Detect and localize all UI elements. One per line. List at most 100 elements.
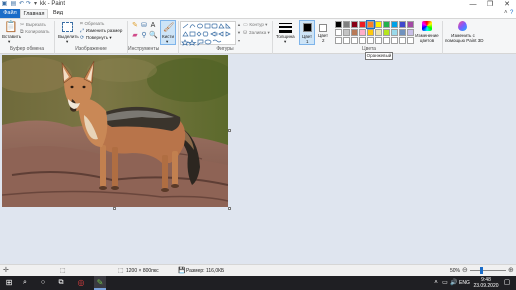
outline-button[interactable]: ▭ Контур ▾ bbox=[243, 21, 267, 29]
fill-button[interactable]: ⛁ Заливка ▾ bbox=[243, 29, 270, 37]
palette-swatch[interactable] bbox=[399, 29, 406, 36]
copy-button[interactable]: ⧉ Копировать bbox=[20, 28, 49, 36]
color2-button[interactable]: Цвет 2 bbox=[316, 20, 332, 45]
divider bbox=[178, 21, 179, 54]
resize-handle-right[interactable] bbox=[228, 129, 231, 132]
color-picker-icon[interactable]: ⚲ bbox=[140, 32, 148, 40]
clipboard-group-label: Буфер обмена bbox=[10, 46, 44, 52]
palette-swatch[interactable] bbox=[383, 29, 390, 36]
paste-button[interactable]: 📋 Вставить ▾ bbox=[2, 21, 21, 45]
redo-icon[interactable]: ↷ bbox=[25, 1, 32, 8]
divider bbox=[272, 21, 273, 54]
palette-swatch[interactable] bbox=[359, 37, 366, 44]
resize-handle-corner[interactable] bbox=[228, 207, 231, 210]
undo-icon[interactable]: ↶ bbox=[18, 1, 25, 8]
divider bbox=[442, 21, 443, 54]
outline-label: Контур ▾ bbox=[249, 22, 268, 27]
size-line-thick bbox=[279, 30, 292, 33]
network-icon[interactable]: ▭ bbox=[441, 276, 449, 290]
help-icon[interactable]: ? bbox=[510, 10, 513, 16]
collapse-ribbon-icon[interactable]: ˄ bbox=[504, 10, 508, 16]
palette-swatch[interactable] bbox=[367, 29, 374, 36]
jackal-photo bbox=[2, 55, 228, 207]
shapes-gallery-icons bbox=[181, 23, 231, 46]
start-icon[interactable]: ⊞ bbox=[4, 276, 14, 290]
tab-view[interactable]: Вид bbox=[48, 9, 68, 18]
rotate-button[interactable]: ⟳ Повернуть ▾ bbox=[80, 34, 112, 42]
resize-label: Изменить размер bbox=[85, 28, 123, 33]
show-hidden-icons[interactable]: ˄ bbox=[432, 276, 440, 290]
palette-swatch[interactable] bbox=[367, 37, 374, 44]
clock[interactable]: 9:48 23.09.2020 bbox=[473, 277, 499, 289]
palette-swatch[interactable] bbox=[399, 37, 406, 44]
palette-swatch[interactable] bbox=[343, 21, 350, 28]
select-button[interactable]: Выделить ▾ bbox=[58, 21, 79, 45]
brush-icon: 🖌 bbox=[163, 22, 175, 32]
magnifier-icon[interactable]: 🔍 bbox=[149, 32, 158, 40]
paint3d-button[interactable]: Изменить с помощью Paint 3D bbox=[445, 20, 483, 45]
zoom-slider-thumb[interactable] bbox=[480, 267, 483, 274]
palette-swatch[interactable] bbox=[391, 29, 398, 36]
cortana-icon[interactable]: ○ bbox=[38, 276, 48, 290]
size-button[interactable]: Толщина ▾ bbox=[276, 21, 296, 45]
close-button[interactable]: ✕ bbox=[499, 0, 515, 9]
copy-icon: ⧉ bbox=[20, 29, 24, 35]
palette-swatch[interactable] bbox=[351, 29, 358, 36]
palette-swatch[interactable] bbox=[375, 37, 382, 44]
palette-swatch[interactable] bbox=[391, 37, 398, 44]
fill-bucket-icon[interactable]: ⛁ bbox=[140, 22, 148, 30]
palette-swatch[interactable] bbox=[383, 37, 390, 44]
opera-icon[interactable]: ◎ bbox=[76, 276, 86, 290]
palette-swatch[interactable] bbox=[399, 21, 406, 28]
notifications-icon[interactable]: ▢ bbox=[502, 276, 512, 290]
save-icon[interactable]: ▤ bbox=[10, 1, 17, 8]
paint-app-icon: ▣ bbox=[1, 1, 8, 7]
palette-swatch[interactable] bbox=[343, 37, 350, 44]
tab-home[interactable]: Главная bbox=[20, 9, 48, 18]
palette-swatch[interactable] bbox=[359, 21, 366, 28]
palette-swatch[interactable] bbox=[407, 21, 414, 28]
zoom-slider[interactable] bbox=[470, 270, 506, 271]
palette-swatch[interactable] bbox=[407, 29, 414, 36]
minimize-button[interactable]: — bbox=[465, 0, 481, 9]
palette-swatch[interactable] bbox=[351, 21, 358, 28]
palette-swatch[interactable] bbox=[343, 29, 350, 36]
color1-button[interactable]: Цвет 1 bbox=[299, 20, 315, 45]
palette-swatch[interactable] bbox=[366, 20, 375, 29]
palette-swatch[interactable] bbox=[375, 29, 382, 36]
search-icon[interactable]: ⌕ bbox=[20, 276, 30, 290]
color-wheel-icon bbox=[422, 21, 432, 31]
color-palette bbox=[335, 20, 415, 45]
palette-swatch[interactable] bbox=[335, 29, 342, 36]
select-label: Выделить bbox=[58, 34, 79, 39]
customize-toolbar-icon[interactable]: ▾ bbox=[32, 1, 39, 8]
shapes-gallery[interactable] bbox=[180, 21, 236, 46]
image-canvas[interactable] bbox=[2, 55, 228, 207]
palette-swatch[interactable] bbox=[391, 21, 398, 28]
size-line-medium bbox=[279, 26, 292, 28]
select-rect-icon bbox=[62, 22, 73, 32]
palette-swatch[interactable] bbox=[359, 29, 366, 36]
eraser-icon[interactable]: ▰ bbox=[131, 32, 139, 40]
resize-handle-bottom[interactable] bbox=[113, 207, 116, 210]
ribbon-tabs: Файл Главная Вид ˄ ? bbox=[0, 9, 516, 18]
palette-swatch[interactable] bbox=[407, 37, 414, 44]
text-tool-icon[interactable]: A bbox=[149, 22, 157, 30]
shapes-group-label: Фигуры bbox=[216, 46, 234, 52]
tab-file[interactable]: Файл bbox=[0, 9, 20, 18]
maximize-button[interactable]: ❐ bbox=[482, 0, 498, 9]
volume-icon[interactable]: 🔊 bbox=[450, 276, 458, 290]
palette-swatch[interactable] bbox=[383, 21, 390, 28]
palette-swatch[interactable] bbox=[335, 21, 342, 28]
palette-swatch[interactable] bbox=[375, 21, 382, 28]
task-view-icon[interactable]: ⧉ bbox=[56, 276, 66, 290]
pencil-icon[interactable]: ✎ bbox=[131, 22, 139, 30]
shapes-scroll[interactable]: ▲ ▼ ▾ bbox=[237, 21, 241, 45]
brushes-button[interactable]: 🖌 Кисти ▾ bbox=[160, 20, 176, 45]
color2-swatch bbox=[319, 24, 327, 32]
image-group-label: Изображение bbox=[75, 46, 107, 52]
palette-swatch[interactable] bbox=[335, 37, 342, 44]
edit-colors-button[interactable]: Изменение цветов bbox=[414, 20, 440, 45]
language-indicator[interactable]: ENG bbox=[459, 276, 470, 290]
palette-swatch[interactable] bbox=[351, 37, 358, 44]
